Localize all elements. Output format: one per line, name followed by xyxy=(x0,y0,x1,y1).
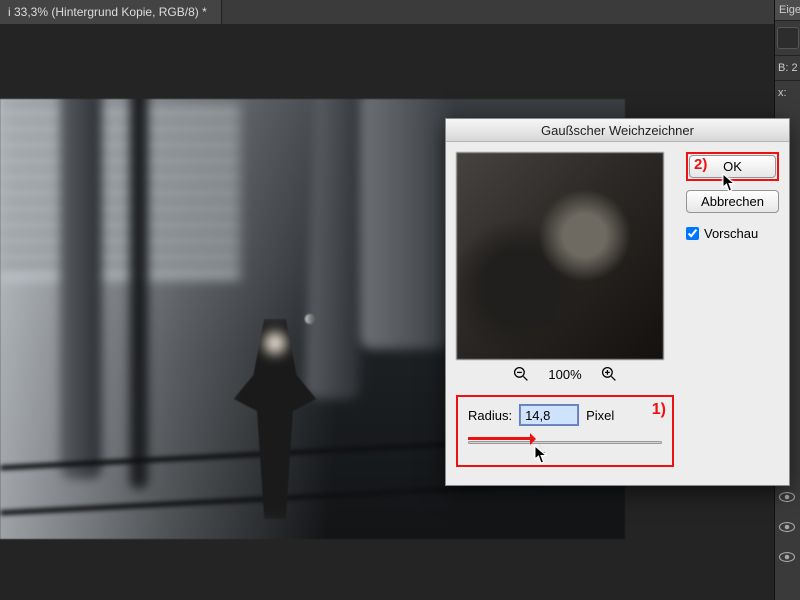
dialog-titlebar[interactable]: Gaußscher Weichzeichner xyxy=(446,119,789,142)
layer-visibility-1[interactable] xyxy=(778,490,796,504)
document-tab[interactable]: i 33,3% (Hintergrund Kopie, RGB/8) * xyxy=(0,0,222,24)
preview-checkbox-row[interactable]: Vorschau xyxy=(686,226,779,241)
radius-input[interactable] xyxy=(520,405,578,425)
preview-checkbox[interactable] xyxy=(686,227,699,240)
annotation-2: 2) xyxy=(694,156,707,173)
panel-info-width: B: 2 xyxy=(775,55,800,80)
dialog-title: Gaußscher Weichzeichner xyxy=(541,123,694,138)
zoom-out-icon[interactable] xyxy=(512,365,530,383)
ok-button-highlight: 2) OK xyxy=(686,152,779,181)
annotation-1: 1) xyxy=(652,401,666,419)
radius-unit: Pixel xyxy=(586,408,614,423)
document-tab-bar: i 33,3% (Hintergrund Kopie, RGB/8) * xyxy=(0,0,800,24)
blur-preview[interactable] xyxy=(456,152,664,360)
preview-checkbox-label: Vorschau xyxy=(704,226,758,241)
radius-controls: 1) Radius: Pixel xyxy=(456,395,674,467)
panel-icon[interactable] xyxy=(777,27,799,49)
layer-visibility-2[interactable] xyxy=(778,520,796,534)
gaussian-blur-dialog: Gaußscher Weichzeichner 100% 1) Radius: … xyxy=(445,118,790,486)
document-tab-title: i 33,3% (Hintergrund Kopie, RGB/8) * xyxy=(8,5,207,19)
zoom-in-icon[interactable] xyxy=(600,365,618,383)
right-panel-header[interactable]: Eige xyxy=(775,0,800,21)
layer-visibility-3[interactable] xyxy=(778,550,796,564)
zoom-percent: 100% xyxy=(548,367,581,382)
radius-label: Radius: xyxy=(468,408,512,423)
panel-info-x: x: xyxy=(775,80,800,105)
radius-slider[interactable] xyxy=(468,435,662,451)
cancel-button[interactable]: Abbrechen xyxy=(686,190,779,213)
